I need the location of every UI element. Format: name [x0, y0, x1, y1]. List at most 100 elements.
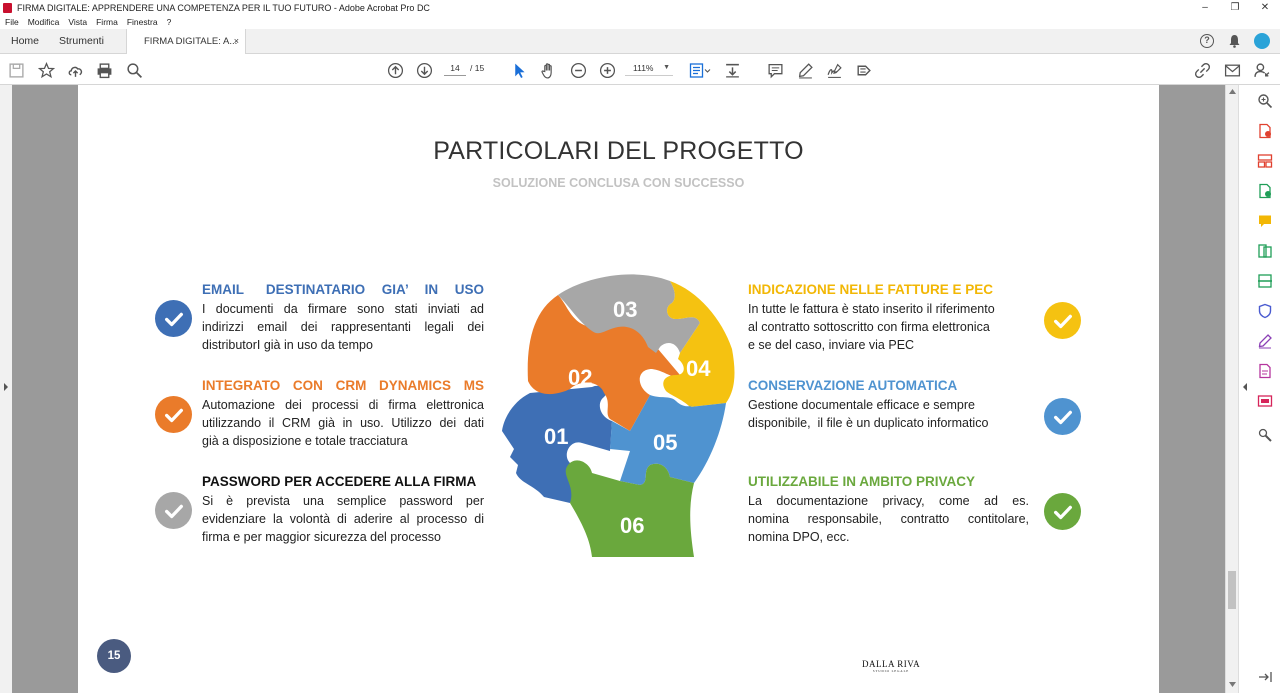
check-icon: [1044, 302, 1081, 339]
more-tools-icon[interactable]: [1257, 427, 1273, 443]
zoom-out-icon[interactable]: [568, 60, 588, 80]
menu-file[interactable]: File: [5, 17, 19, 27]
combine-files-icon[interactable]: [1257, 243, 1273, 259]
item-body-email: I documenti da firmare sono stati inviat…: [202, 300, 484, 354]
zoom-search-icon[interactable]: [1257, 93, 1273, 109]
left-panel-toggle[interactable]: [0, 85, 12, 693]
puzzle-label-01: 01: [544, 424, 568, 449]
menu-modifica[interactable]: Modifica: [28, 17, 60, 27]
menu-bar: File Modifica Vista Firma Finestra ?: [0, 15, 1280, 28]
page-number-input[interactable]: 14: [444, 60, 466, 76]
scan-icon[interactable]: [1257, 273, 1273, 289]
puzzle-label-02: 02: [568, 365, 592, 390]
body-line: al contratto sottoscritto con firma elet…: [748, 320, 990, 334]
comment-icon[interactable]: [765, 60, 785, 80]
item-body-crm: Automazione dei processi di firma elettr…: [202, 396, 484, 450]
search-icon[interactable]: [124, 60, 144, 80]
body-line: firma e per maggior sicurezza del proces…: [202, 530, 441, 544]
hand-tool-icon[interactable]: [538, 60, 558, 80]
check-icon: [1044, 493, 1081, 530]
select-tool-icon[interactable]: [509, 60, 529, 80]
previous-page-icon[interactable]: [385, 60, 405, 80]
stamp-icon[interactable]: [853, 60, 873, 80]
tab-home[interactable]: Home: [11, 29, 39, 54]
slide-page-number: 15: [97, 639, 131, 673]
slide-title: PARTICOLARI DEL PROGETTO: [433, 137, 804, 165]
body-line: già a disposizione e totale tracciatura: [202, 434, 408, 448]
body-line: utilizzando il CRM già in uso. Utilizzo …: [202, 416, 484, 430]
body-line: nomina responsabile, contratto contitola…: [748, 512, 1029, 526]
share-link-icon[interactable]: [1192, 60, 1212, 80]
item-title-privacy: UTILIZZABILE IN AMBITO PRIVACY: [748, 474, 975, 489]
account-avatar[interactable]: [1254, 33, 1270, 49]
menu-vista[interactable]: Vista: [68, 17, 87, 27]
help-icon[interactable]: ?: [1200, 34, 1214, 48]
user-sign-icon[interactable]: [1252, 60, 1272, 80]
comment-tool-icon[interactable]: [1257, 213, 1273, 229]
item-title-conservazione: CONSERVAZIONE AUTOMATICA: [748, 378, 958, 393]
acrobat-app-icon: [3, 2, 12, 13]
body-line: I documenti da firmare sono stati inviat…: [202, 302, 484, 316]
page-view-icon[interactable]: [687, 60, 713, 80]
scroll-up-icon[interactable]: [1229, 89, 1236, 94]
chevron-down-icon: ▼: [663, 64, 670, 71]
pdf-page: PARTICOLARI DEL PROGETTO SOLUZIONE CONCL…: [78, 85, 1159, 693]
puzzle-label-04: 04: [686, 356, 711, 381]
organize-pages-icon[interactable]: [1257, 153, 1273, 169]
item-body-password: Si è prevista una semplice password per …: [202, 492, 484, 546]
body-line: indirizzi email dei rappresentanti legal…: [202, 320, 484, 334]
scroll-mode-icon[interactable]: [722, 60, 742, 80]
cloud-upload-icon[interactable]: [65, 60, 85, 80]
sign-icon[interactable]: [824, 60, 844, 80]
tab-close-icon[interactable]: ×: [234, 29, 239, 54]
fill-sign-icon[interactable]: [1257, 333, 1273, 349]
menu-firma[interactable]: Firma: [96, 17, 118, 27]
vertical-scrollbar[interactable]: [1225, 85, 1238, 693]
right-tools-panel: [1238, 85, 1280, 693]
check-icon: [155, 300, 192, 337]
body-line: Gestione documentale efficace e sempre: [748, 398, 975, 412]
collapse-panel-icon[interactable]: [1242, 383, 1248, 391]
save-icon[interactable]: [6, 60, 26, 80]
tab-bar: Home Strumenti FIRMA DIGITALE: A... × ?: [0, 29, 1280, 55]
print-icon[interactable]: [94, 60, 114, 80]
title-bar: FIRMA DIGITALE: APPRENDERE UNA COMPETENZ…: [0, 0, 1280, 15]
puzzle-label-05: 05: [653, 430, 677, 455]
body-line: distributorI già in uso da tempo: [202, 338, 373, 352]
zoom-select[interactable]: 111% ▼: [625, 60, 673, 76]
highlight-pen-icon[interactable]: [795, 60, 815, 80]
tab-document[interactable]: FIRMA DIGITALE: A... ×: [126, 29, 246, 55]
page-total: / 15: [470, 63, 485, 73]
star-icon[interactable]: [36, 60, 56, 80]
maximize-button[interactable]: ❐: [1220, 0, 1250, 15]
menu-finestra[interactable]: Finestra: [127, 17, 158, 27]
tab-tools[interactable]: Strumenti: [59, 29, 104, 54]
bell-icon[interactable]: [1228, 34, 1241, 48]
expand-panel-icon[interactable]: [1257, 669, 1273, 685]
next-page-icon[interactable]: [414, 60, 434, 80]
item-body-fatture: In tutte le fattura è stato inserito il …: [748, 300, 1038, 354]
body-line: e se del caso, inviare via PEC: [748, 338, 915, 352]
scrollbar-thumb[interactable]: [1228, 571, 1236, 609]
menu-help[interactable]: ?: [167, 17, 172, 27]
scroll-down-icon[interactable]: [1229, 682, 1236, 687]
studio-logo: DALLA RIVA STUDIO LEGALE: [862, 659, 920, 673]
body-line: Automazione dei processi di firma elettr…: [202, 398, 484, 412]
zoom-value: 111%: [633, 63, 654, 73]
redact-icon[interactable]: [1257, 393, 1273, 409]
body-line: nomina DPO, ecc.: [748, 530, 850, 544]
close-window-button[interactable]: ✕: [1250, 0, 1280, 15]
check-icon: [1044, 398, 1081, 435]
check-icon: [155, 492, 192, 529]
export-pdf-icon[interactable]: [1257, 123, 1273, 139]
puzzle-label-06: 06: [620, 513, 644, 538]
logo-text: DALLA RIVA: [862, 659, 921, 669]
body-line: In tutte le fattura è stato inserito il …: [748, 302, 995, 316]
minimize-button[interactable]: –: [1190, 0, 1220, 15]
email-icon[interactable]: [1222, 60, 1242, 80]
edit-pdf-icon[interactable]: [1257, 363, 1273, 379]
create-pdf-icon[interactable]: [1257, 183, 1273, 199]
puzzle-label-03: 03: [613, 297, 637, 322]
zoom-in-icon[interactable]: [597, 60, 617, 80]
protect-shield-icon[interactable]: [1257, 303, 1273, 319]
